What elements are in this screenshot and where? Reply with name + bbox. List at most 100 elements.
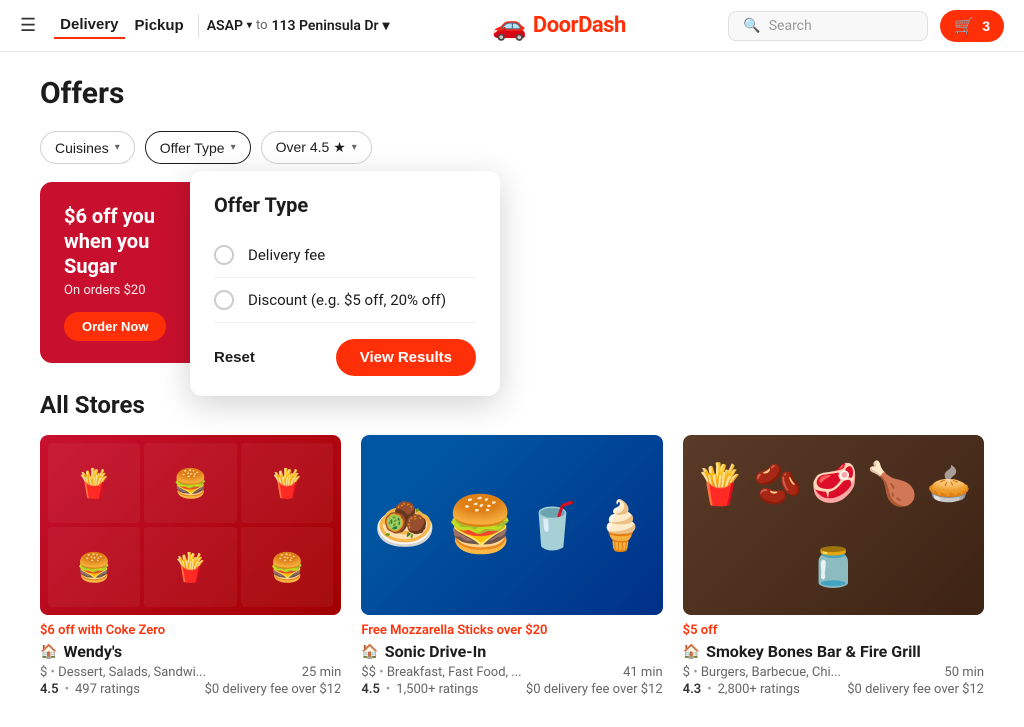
wendys-categories: Dessert, Salads, Sandwi... [58,665,206,680]
sonic-rating-row: 4.5 • 1,500+ ratings $0 delivery fee ove… [361,682,662,697]
food-item-2: 🍔 [144,443,236,523]
smokey-ratings-count: 2,800+ ratings [718,682,800,697]
cart-count: 3 [982,18,990,34]
smokey-food-5: 🥧 [927,463,972,505]
address-selector[interactable]: 113 Peninsula Dr ▾ [272,18,390,34]
offer-type-dropdown: Offer Type Delivery fee Discount (e.g. $… [190,171,500,396]
wendys-offer: $6 off with Coke Zero [40,623,341,638]
food-item-4: 🍔 [48,527,140,607]
smokey-offer: $5 off [683,623,984,638]
smokey-food-6: 🫙 [810,546,857,590]
smokey-rating: 4.3 [683,682,702,697]
wendys-meta: $ • Dessert, Salads, Sandwi... 25 min [40,665,341,680]
sonic-rating: 4.5 [361,682,380,697]
address-text: 113 Peninsula Dr [272,18,379,34]
offer-type-filter[interactable]: Offer Type ▾ [145,131,251,164]
rating-chevron: ▾ [352,142,357,153]
address-chevron: ▾ [382,18,389,34]
delivery-fee-label: Delivery fee [248,246,325,264]
search-bar[interactable]: 🔍 Search [728,11,928,41]
store-card-wendys[interactable]: 🍟 🍔 🍟 🍔 🍟 🍔 $6 off with Coke Zero 🏠 Wend… [40,435,341,697]
sonic-price: $$ [361,665,376,680]
cuisines-filter[interactable]: Cuisines ▾ [40,131,135,164]
wendys-name: Wendy's [63,642,122,661]
reset-button[interactable]: Reset [214,349,255,366]
pickup-tab[interactable]: Pickup [129,13,190,38]
promo-title-line2: when you [64,229,149,253]
wendys-image: 🍟 🍔 🍟 🍔 🍟 🍔 [40,435,341,615]
all-stores-title: All Stores [40,391,984,419]
sonic-offer: Free Mozzarella Sticks over $20 [361,623,662,638]
sonic-icon: 🏠 [361,644,378,660]
food-item-6: 🍔 [241,527,333,607]
wendys-ratings-count: 497 ratings [75,682,140,697]
cart-icon: 🛒 [954,16,974,36]
wendys-price: $ [40,665,47,680]
sonic-image: 🧆 🍔 🥤 🍦 [361,435,662,615]
nav: Delivery Pickup [54,12,190,39]
header: ☰ Delivery Pickup ASAP ▾ to 113 Peninsul… [0,0,1024,52]
delivery-tab[interactable]: Delivery [54,12,124,39]
wendys-rating: 4.5 [40,682,59,697]
dropdown-actions: Reset View Results [214,339,476,376]
sonic-name-row: 🏠 Sonic Drive-In [361,642,662,661]
logo-area: 🚗 DoorDash [390,9,729,42]
sonic-meta: $$ • Breakfast, Fast Food, ... 41 min [361,665,662,680]
wendys-delivery-fee: $0 delivery fee over $12 [205,682,342,697]
search-placeholder: Search [769,18,812,34]
sonic-categories: Breakfast, Fast Food, ... [387,665,522,680]
smokey-meta: $ • Burgers, Barbecue, Chi... 50 min [683,665,984,680]
sonic-food-3: 🥤 [524,499,580,552]
wendys-rating-row: 4.5 • 497 ratings $0 delivery fee over $… [40,682,341,697]
promo-title-line3: Sugar [64,254,117,278]
header-divider [198,14,199,38]
smokey-time: 50 min [944,665,984,680]
stores-grid: 🍟 🍔 🍟 🍔 🍟 🍔 $6 off with Coke Zero 🏠 Wend… [40,435,984,697]
store-card-smokey[interactable]: 🍟 🫘 🥩 🍗 🥧 🫙 $5 off 🏠 Smokey Bones Bar & … [683,435,984,697]
smokey-name: Smokey Bones Bar & Fire Grill [706,642,921,661]
smokey-rating-row: 4.3 • 2,800+ ratings $0 delivery fee ove… [683,682,984,697]
asap-chevron: ▾ [247,20,252,31]
rating-filter[interactable]: Over 4.5 ★ ▾ [261,131,372,164]
view-results-button[interactable]: View Results [336,339,476,376]
food-item-5: 🍟 [144,527,236,607]
header-right: 🔍 Search 🛒 3 [728,10,1004,42]
menu-icon[interactable]: ☰ [20,15,36,36]
smokey-food-3: 🥩 [811,462,858,506]
smokey-food-4: 🍗 [866,460,918,509]
smokey-categories: Burgers, Barbecue, Chi... [701,665,841,680]
food-item-1: 🍟 [48,443,140,523]
food-item-3: 🍟 [241,443,333,523]
asap-selector[interactable]: ASAP ▾ [207,18,252,34]
sonic-time: 41 min [623,665,663,680]
cuisines-chevron: ▾ [115,142,120,153]
wendys-name-row: 🏠 Wendy's [40,642,341,661]
delivery-fee-option[interactable]: Delivery fee [214,233,476,278]
discount-option[interactable]: Discount (e.g. $5 off, 20% off) [214,278,476,323]
smokey-icon: 🏠 [683,644,700,660]
smokey-food-2: 🫘 [753,461,803,508]
promo-title-line1: $6 off you [64,204,155,228]
delivery-fee-radio[interactable] [214,245,234,265]
doordash-logo[interactable]: 🚗 DoorDash [492,9,626,42]
promo-order-button[interactable]: Order Now [64,312,166,341]
offer-type-chevron: ▾ [231,142,236,153]
cart-button[interactable]: 🛒 3 [940,10,1004,42]
logo-text: DoorDash [533,13,626,38]
sonic-food-1: 🧆 [374,496,436,554]
wendys-time: 25 min [302,665,342,680]
discount-radio[interactable] [214,290,234,310]
sonic-food-4: 🍦 [591,497,651,554]
offer-type-label: Offer Type [160,140,225,156]
filter-row: Cuisines ▾ Offer Type ▾ Over 4.5 ★ ▾ Off… [40,131,984,164]
page-title: Offers [40,76,984,111]
sonic-delivery-fee: $0 delivery fee over $12 [526,682,663,697]
smokey-price: $ [683,665,690,680]
store-card-sonic[interactable]: 🧆 🍔 🥤 🍦 Free Mozzarella Sticks over $20 … [361,435,662,697]
sonic-ratings-count: 1,500+ ratings [396,682,478,697]
dropdown-title: Offer Type [214,193,476,217]
discount-label: Discount (e.g. $5 off, 20% off) [248,291,446,309]
page-content: Offers Cuisines ▾ Offer Type ▾ Over 4.5 … [0,52,1024,727]
smokey-delivery-fee: $0 delivery fee over $12 [847,682,984,697]
logo-icon: 🚗 [492,9,527,42]
